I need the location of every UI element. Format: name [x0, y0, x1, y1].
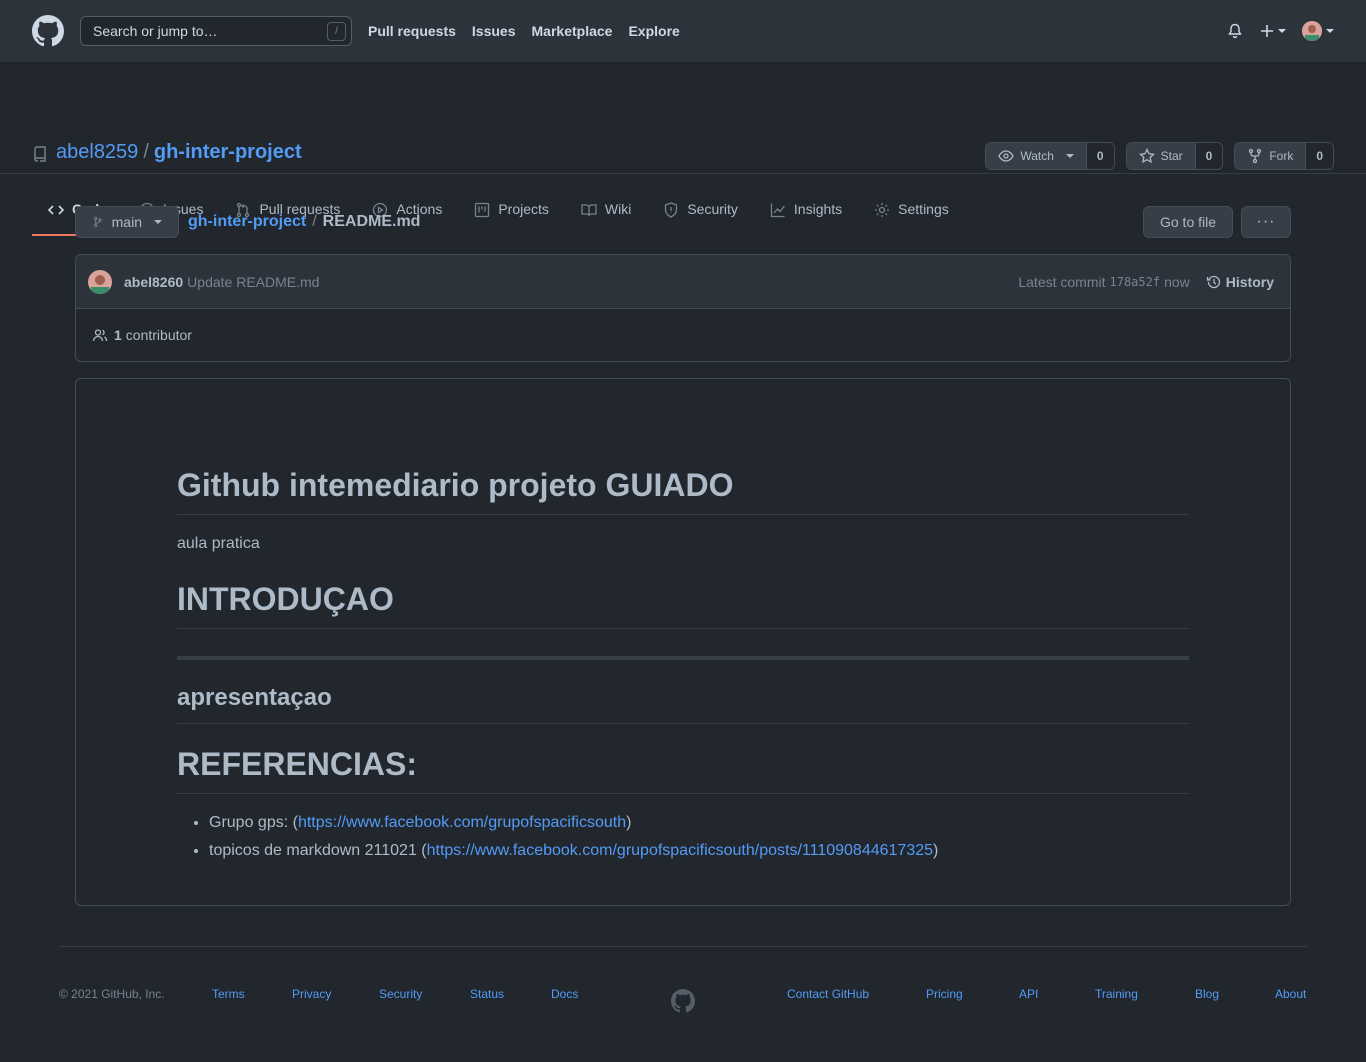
breadcrumb-repo-link[interactable]: gh-inter-project [188, 213, 306, 231]
nav-pull-requests[interactable]: Pull requests [368, 23, 456, 39]
star-label: Star [1160, 149, 1183, 163]
star-count[interactable]: 0 [1195, 143, 1223, 169]
repo-icon [34, 146, 46, 162]
commit-author-link[interactable]: abel8260 [124, 274, 183, 290]
branch-icon [94, 216, 102, 228]
bell-icon [1228, 23, 1242, 39]
star-button-group: Star 0 [1125, 142, 1224, 170]
watch-count[interactable]: 0 [1086, 143, 1114, 169]
github-logo-icon[interactable] [32, 15, 64, 47]
fork-count[interactable]: 0 [1306, 143, 1333, 169]
readme-heading-title: Github intemediario projeto GUIADO [177, 467, 1189, 515]
breadcrumb: gh-inter-project / README.md [188, 213, 420, 231]
chevron-down-icon [1065, 154, 1074, 158]
repo-name-link[interactable]: gh-inter-project [154, 141, 302, 164]
repo-title-separator: / [143, 141, 149, 163]
readme-rule [177, 656, 1189, 660]
contributors-count: 1 [114, 327, 122, 343]
avatar [1302, 21, 1322, 41]
breadcrumb-separator: / [312, 213, 317, 230]
latest-commit-box: abel8260 Update README.md Latest commit … [75, 254, 1291, 362]
chevron-down-icon [154, 220, 162, 224]
footer-link-about[interactable]: About [1275, 987, 1306, 1001]
nav-issues[interactable]: Issues [472, 23, 516, 39]
repo-title: abel8259 / gh-inter-project [32, 141, 302, 164]
list-item: Grupo gps: (https://www.facebook.com/gru… [209, 812, 938, 840]
avatar[interactable] [88, 269, 112, 294]
repo-actions: Watch 0 Star 0 Fork 0 [985, 142, 1334, 170]
list-item: topicos de markdown 211021 (https://www.… [209, 840, 938, 868]
contributors-label: contributor [125, 327, 192, 343]
readme-heading-apresentacao: apresentaçao [177, 684, 1189, 724]
global-nav: Pull requests Issues Marketplace Explore [368, 23, 696, 39]
notifications-button[interactable] [1227, 23, 1243, 39]
commit-time: now [1164, 274, 1190, 290]
readme-box: Github intemediario projeto GUIADO aula … [75, 378, 1291, 906]
more-options-button[interactable]: ··· [1241, 206, 1291, 238]
history-label: History [1225, 274, 1274, 290]
watch-button[interactable]: Watch [986, 143, 1087, 169]
code-icon [48, 205, 64, 215]
nav-marketplace[interactable]: Marketplace [532, 23, 613, 39]
footer-link-docs[interactable]: Docs [551, 987, 578, 1001]
star-button[interactable]: Star [1126, 143, 1196, 169]
contributors-row[interactable]: 1 contributor [76, 309, 1290, 361]
footer-link-api[interactable]: API [1019, 987, 1038, 1001]
commit-message-link[interactable]: Update README.md [187, 274, 319, 290]
search-shortcut-hint: / [327, 22, 346, 41]
commit-meta: Latest commit 178a52f now History [1018, 255, 1274, 309]
eye-icon [998, 150, 1015, 162]
people-icon [92, 329, 108, 342]
site-footer: © 2021 GitHub, Inc. Terms Privacy Securi… [59, 946, 1307, 1046]
footer-link-blog[interactable]: Blog [1195, 987, 1219, 1001]
history-icon [1206, 275, 1220, 289]
plus-icon [1261, 25, 1273, 37]
reference-link[interactable]: https://www.facebook.com/grupofspacifics… [298, 814, 626, 831]
fork-label: Fork [1269, 149, 1294, 163]
readme-heading-refs: REFERENCIAS: [177, 746, 1189, 794]
fork-button-group: Fork 0 [1234, 142, 1334, 170]
watch-button-group: Watch 0 [985, 142, 1115, 170]
latest-commit-label: Latest commit [1018, 274, 1106, 290]
history-link[interactable]: History [1206, 274, 1274, 290]
github-logo-icon[interactable] [671, 989, 695, 1013]
branch-name: main [111, 214, 142, 230]
footer-link-pricing[interactable]: Pricing [926, 987, 963, 1001]
search-placeholder: Search or jump to… [93, 23, 218, 39]
readme-heading-intro: INTRODUÇAO [177, 581, 1189, 629]
watch-label: Watch [1020, 149, 1054, 163]
go-to-file-button[interactable]: Go to file [1143, 206, 1233, 238]
global-header: Search or jump to… / Pull requests Issue… [0, 0, 1366, 62]
repo-header: abel8259 / gh-inter-project Watch 0 Star… [0, 62, 1366, 236]
chevron-down-icon [1326, 29, 1334, 33]
footer-copyright: © 2021 GitHub, Inc. [59, 987, 165, 1001]
repo-owner-link[interactable]: abel8259 [56, 141, 138, 164]
footer-link-terms[interactable]: Terms [212, 987, 245, 1001]
footer-link-contact[interactable]: Contact GitHub [787, 987, 869, 1001]
footer-link-security[interactable]: Security [379, 987, 422, 1001]
footer-link-privacy[interactable]: Privacy [292, 987, 331, 1001]
chevron-down-icon [1278, 29, 1286, 33]
breadcrumb-file: README.md [322, 213, 421, 230]
commit-summary: abel8260 Update README.md Latest commit … [76, 255, 1290, 309]
branch-select-button[interactable]: main [75, 206, 179, 238]
footer-link-status[interactable]: Status [470, 987, 504, 1001]
file-navigation: main gh-inter-project / README.md Go to … [75, 206, 1291, 238]
search-input[interactable]: Search or jump to… / [80, 16, 352, 46]
user-menu-button[interactable] [1302, 21, 1334, 41]
readme-reference-list: Grupo gps: (https://www.facebook.com/gru… [209, 812, 938, 868]
star-icon [1138, 148, 1155, 164]
footer-link-training[interactable]: Training [1095, 987, 1138, 1001]
header-actions [1227, 0, 1334, 62]
fork-icon [1249, 148, 1262, 164]
fork-button[interactable]: Fork [1235, 143, 1307, 169]
nav-explore[interactable]: Explore [628, 23, 679, 39]
readme-paragraph: aula pratica [177, 535, 260, 552]
commit-sha-link[interactable]: 178a52f [1110, 275, 1161, 289]
create-new-button[interactable] [1260, 24, 1286, 38]
reference-link[interactable]: https://www.facebook.com/grupofspacifics… [427, 842, 933, 859]
